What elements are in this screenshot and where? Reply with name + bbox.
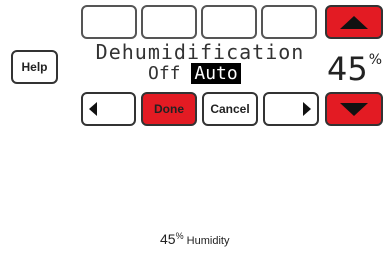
humidity-status-value: 45 <box>160 231 176 247</box>
triangle-down-icon <box>340 102 368 116</box>
done-button[interactable]: Done <box>141 92 197 126</box>
next-button[interactable] <box>263 92 319 126</box>
humidity-status: 45% Humidity <box>160 231 229 247</box>
cancel-label: Cancel <box>210 102 250 116</box>
previous-button[interactable] <box>81 92 136 126</box>
triangle-right-icon <box>303 102 311 116</box>
increase-button[interactable] <box>325 5 383 39</box>
humidity-status-label: Humidity <box>186 235 230 247</box>
setting-options: Off Auto <box>148 63 241 84</box>
decrease-button[interactable] <box>325 92 383 126</box>
humidity-status-unit: % <box>175 231 184 241</box>
humidity-setpoint: 45% <box>327 50 382 88</box>
help-label: Help <box>21 60 48 74</box>
top-button-4[interactable] <box>261 5 317 39</box>
option-off[interactable]: Off <box>148 63 181 84</box>
option-auto[interactable]: Auto <box>191 63 241 84</box>
humidity-setpoint-unit: % <box>368 52 383 68</box>
cancel-button[interactable]: Cancel <box>202 92 258 126</box>
top-button-1[interactable] <box>81 5 137 39</box>
setting-title: Dehumidification <box>95 40 305 64</box>
top-button-2[interactable] <box>141 5 197 39</box>
help-button[interactable]: Help <box>11 50 58 84</box>
top-button-3[interactable] <box>201 5 257 39</box>
done-label: Done <box>154 102 184 116</box>
humidity-setpoint-value: 45 <box>327 50 368 88</box>
triangle-left-icon <box>89 102 97 116</box>
triangle-up-icon <box>340 15 368 29</box>
